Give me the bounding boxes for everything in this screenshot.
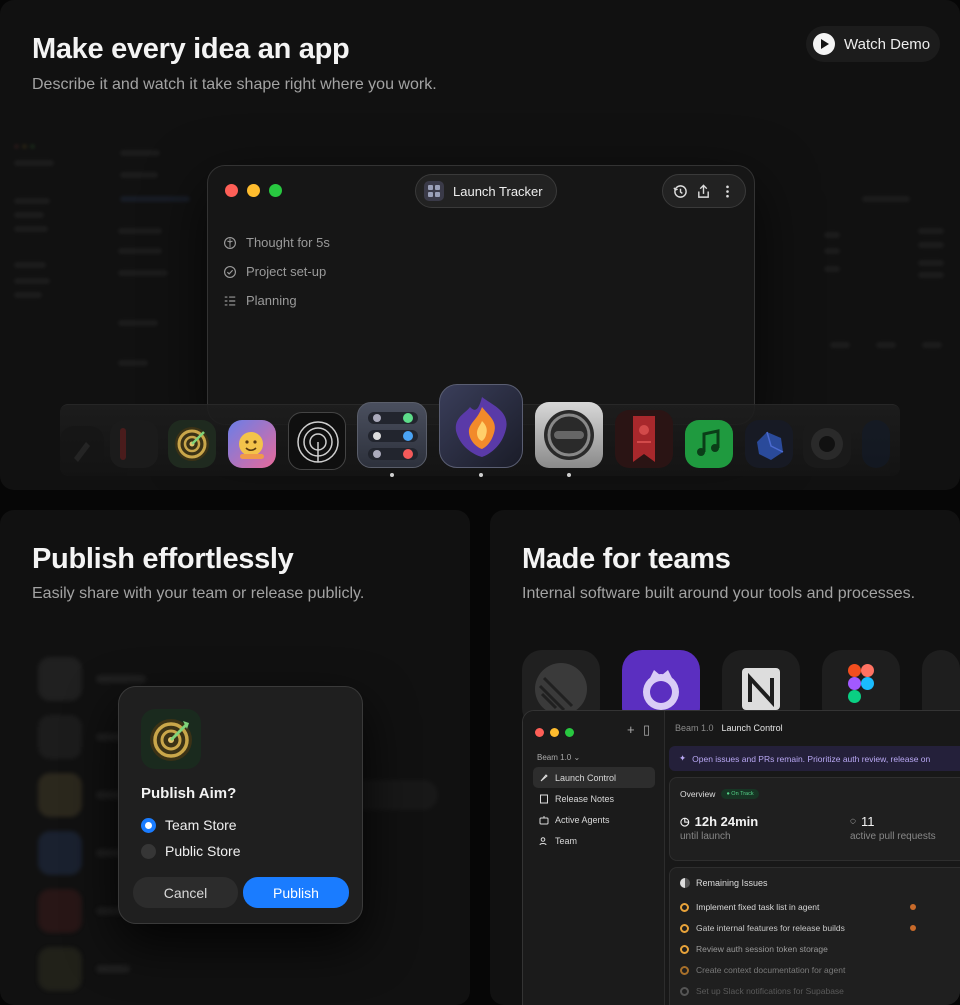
step-planning: Planning (223, 286, 330, 315)
publish-headline: Publish effortlessly (32, 543, 294, 575)
close-dot[interactable] (225, 184, 238, 197)
time-metric: ◷ 12h 24min (680, 814, 759, 829)
issues-panel: Remaining Issues Implement fixed task li… (669, 867, 960, 1005)
rocket-icon (540, 773, 548, 781)
agent-steps: Thought for 5s Project set-up Planning (223, 228, 330, 315)
nav-team[interactable]: Team (533, 830, 655, 851)
dark-app-icon[interactable] (110, 420, 158, 468)
running-indicator (479, 473, 483, 477)
publish-subline: Easily share with your team or release p… (32, 585, 365, 602)
workspace-switcher[interactable]: Beam 1.0 ⌄ (537, 753, 580, 762)
checklist-icon (224, 295, 236, 306)
nav-release-notes[interactable]: Release Notes (533, 788, 655, 809)
dialog-title: Publish Aim? (141, 785, 237, 802)
publish-card: Publish effortlessly Easily share with y… (0, 510, 470, 1005)
play-icon (813, 33, 835, 55)
gem-app-icon[interactable] (745, 420, 793, 468)
agent-icon (539, 815, 549, 824)
window-controls (535, 728, 574, 737)
history-icon[interactable] (673, 184, 688, 199)
pr-metric: ◌ 11 (850, 814, 875, 829)
ai-banner[interactable]: ✦ Open issues and PRs remain. Prioritize… (669, 746, 960, 771)
watch-demo-label: Watch Demo (844, 35, 931, 53)
issue-row[interactable]: Review auth session token storage (680, 944, 930, 954)
check-circle-icon (224, 265, 236, 278)
half-circle-icon (680, 878, 690, 888)
app-sidebar: + ▯ Beam 1.0 ⌄ Launch Control Release No… (523, 711, 665, 1005)
rocket-app-icon[interactable] (60, 426, 104, 470)
flame-app-icon[interactable] (439, 384, 523, 468)
aim-app-icon[interactable] (168, 420, 216, 468)
running-indicator (390, 473, 394, 477)
radio-unselected[interactable] (141, 843, 156, 859)
overview-panel: Overview ● On Track ◷ 12h 24min until la… (669, 777, 960, 861)
cancel-button[interactable]: Cancel (133, 877, 238, 908)
issue-row[interactable]: Implement fixed task list in agent (680, 902, 930, 912)
more-icon[interactable] (720, 184, 735, 199)
teams-card: Made for teams Internal software built a… (490, 510, 960, 1005)
minimize-dot[interactable] (247, 184, 260, 197)
bookmark-app-icon[interactable] (615, 410, 673, 468)
sparkle-icon: ✦ (679, 753, 687, 763)
window-title-pill[interactable]: Launch Tracker (415, 174, 557, 208)
pull-request-icon: ◌ (850, 816, 856, 827)
emoji-app-icon[interactable] (228, 420, 276, 468)
radio-selected[interactable] (141, 817, 156, 833)
window-toolbar (662, 174, 746, 208)
aim-app-icon (141, 709, 201, 769)
watch-demo-button[interactable]: Watch Demo (806, 26, 940, 62)
option-public-store[interactable]: Public Store (141, 843, 240, 859)
hero-headline: Make every idea an app (32, 33, 350, 65)
teams-headline: Made for teams (522, 543, 731, 575)
teams-subline: Internal software built around your tool… (522, 585, 916, 602)
add-icon[interactable]: + (627, 722, 635, 737)
step-setup: Project set-up (223, 257, 330, 286)
camera-app-icon[interactable] (803, 420, 851, 468)
status-badge: ● On Track (721, 789, 759, 799)
nav-launch-control[interactable]: Launch Control (533, 767, 655, 788)
app-grid-icon (424, 181, 444, 201)
launch-control-app: + ▯ Beam 1.0 ⌄ Launch Control Release No… (522, 710, 960, 1005)
maximize-dot[interactable] (269, 184, 282, 197)
running-indicator (567, 473, 571, 477)
hero-subline: Describe it and watch it take shape righ… (32, 76, 437, 93)
brain-icon (224, 236, 236, 249)
publish-button[interactable]: Publish (243, 877, 349, 908)
partial-app-icon[interactable] (862, 420, 890, 468)
integrations-app-icon[interactable] (357, 402, 427, 468)
app-dock (0, 384, 960, 480)
issue-row[interactable]: Create context documentation for agent (680, 965, 930, 975)
issue-row[interactable]: Gate internal features for release build… (680, 923, 930, 933)
step-thought: Thought for 5s (223, 228, 330, 257)
spiral-app-icon[interactable] (288, 412, 346, 470)
window-controls (225, 184, 282, 197)
issue-row[interactable]: Set up Slack notifications for Supabase (680, 986, 930, 996)
aperture-app-icon[interactable] (535, 402, 603, 468)
publish-dialog: Publish Aim? Team Store Public Store Can… (118, 686, 363, 924)
share-icon[interactable] (696, 183, 711, 199)
window-title: Launch Tracker (453, 183, 543, 199)
music-app-icon[interactable] (685, 420, 733, 468)
hero-card: Make every idea an app Describe it and w… (0, 0, 960, 490)
sidebar-toggle-icon[interactable]: ▯ (643, 722, 650, 738)
option-team-store[interactable]: Team Store (141, 817, 237, 833)
people-icon (539, 836, 547, 845)
clock-icon: ◷ (680, 816, 690, 828)
notes-icon (540, 794, 548, 803)
breadcrumb: Beam 1.0 Launch Control (675, 723, 783, 733)
nav-active-agents[interactable]: Active Agents (533, 809, 655, 830)
